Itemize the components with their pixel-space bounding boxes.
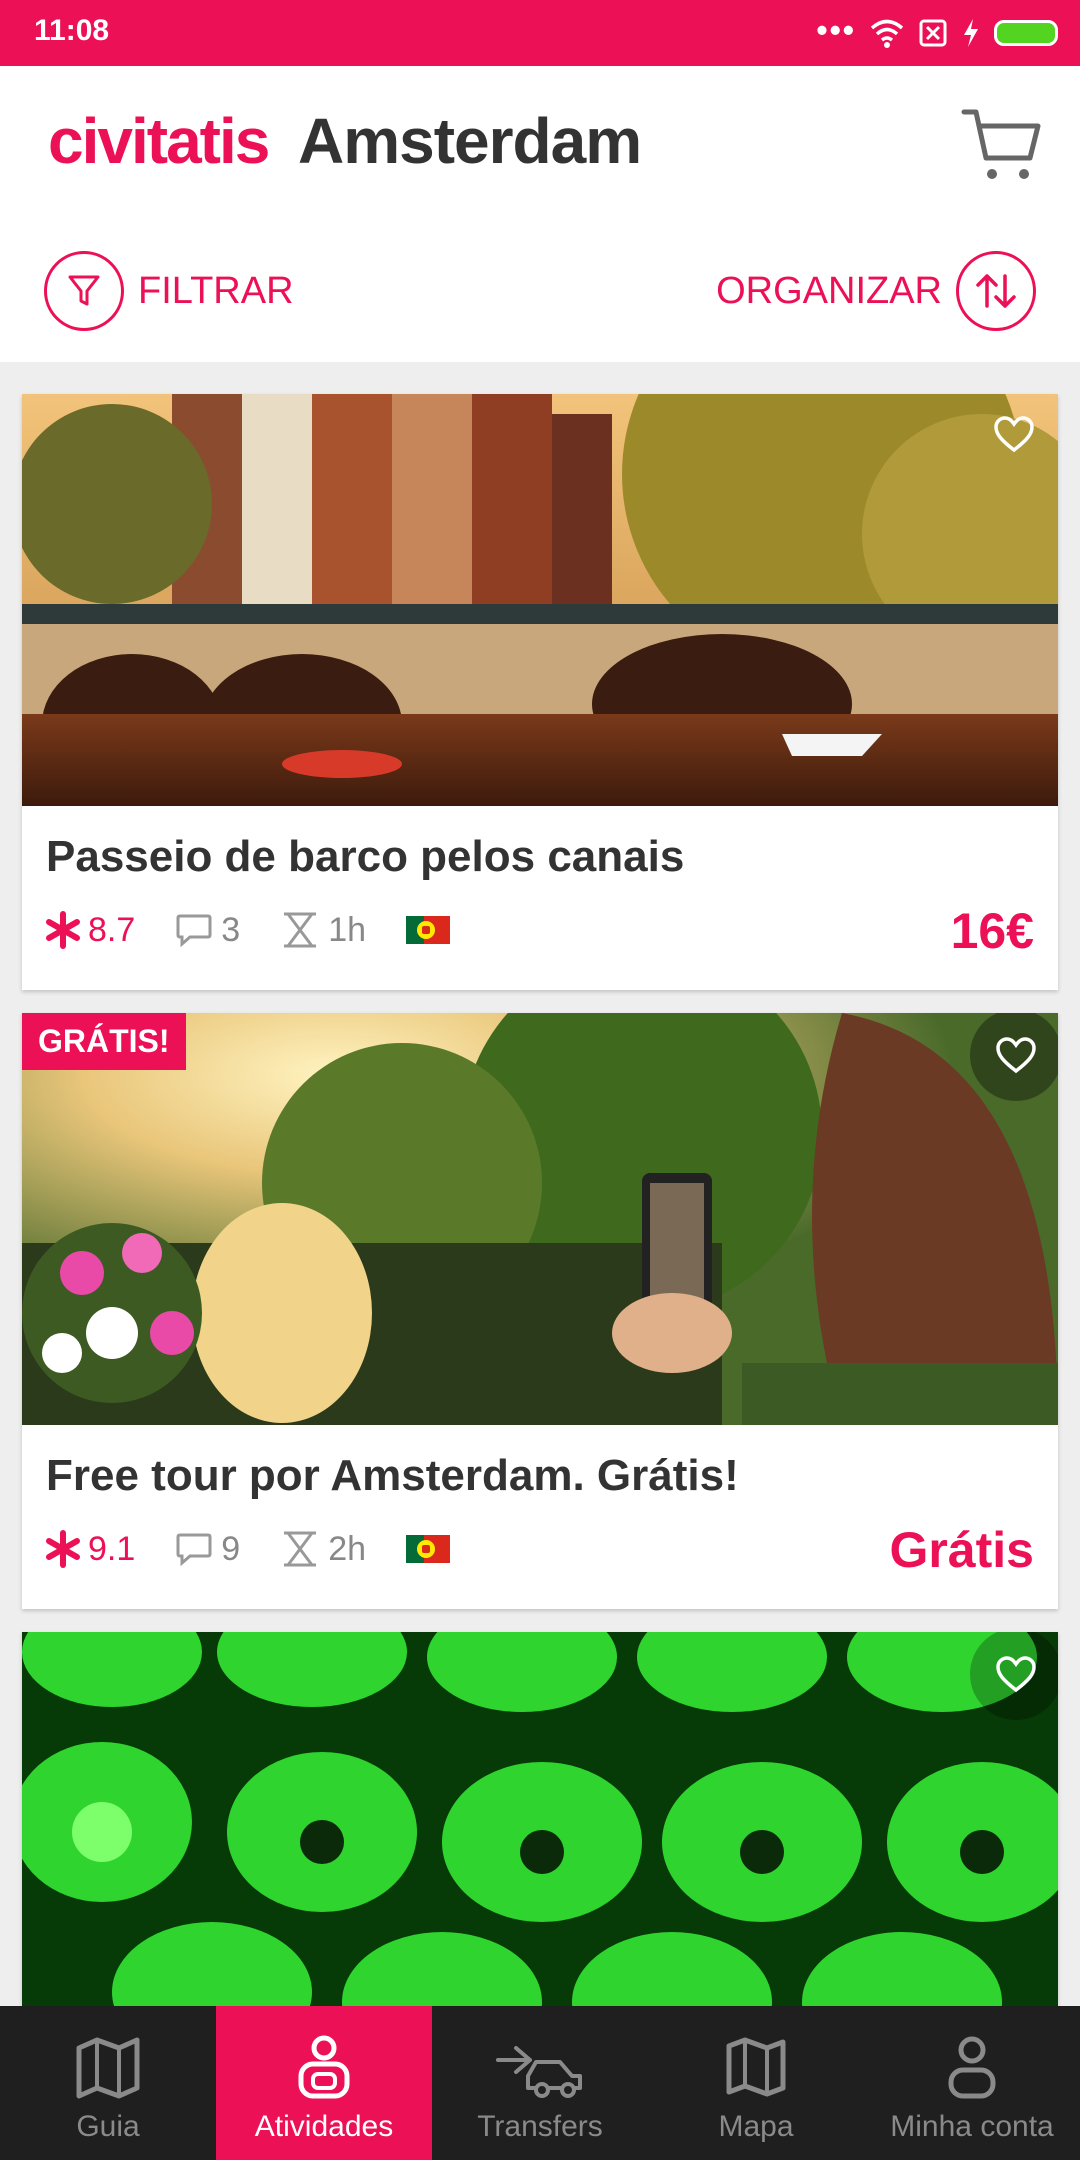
nav-label: Mapa [718,2110,794,2143]
heart-icon [996,1037,1036,1074]
nav-label: Guia [76,2110,140,2143]
nav-label: Atividades [254,2110,394,2143]
filter-icon [44,251,124,331]
activity-meta: 9.1 9 2h [44,1529,450,1569]
favorite-button[interactable] [986,406,1042,462]
comments: 9 [175,1530,240,1569]
brand-logo[interactable]: civitatis [48,104,270,178]
free-badge: GRÁTIS! [22,1013,186,1070]
portugal-flag-icon [406,916,450,944]
comments: 3 [175,911,240,950]
nav-item-minha-conta[interactable]: Minha conta [864,2006,1080,2160]
filter-label: FILTRAR [138,269,294,312]
activity-image [22,1632,1058,2006]
cart-icon[interactable] [960,102,1044,186]
heart-icon [996,1656,1036,1693]
sort-label: ORGANIZAR [716,269,942,312]
sort-arrows-icon [956,251,1036,331]
activity-image: GRÁTIS! [22,1013,1058,1425]
hourglass-icon [284,1531,317,1567]
status-bar: 11:08 ••• [0,0,1080,66]
filter-button[interactable]: FILTRAR [44,248,294,334]
battery-icon [994,20,1058,46]
user-icon [948,2036,996,2099]
activity-image [22,394,1058,806]
hourglass-icon [284,912,317,948]
activity-title: Free tour por Amsterdam. Grátis! [46,1451,739,1500]
duration-value: 2h [328,1529,367,1568]
charging-icon [964,19,978,47]
page-title: Amsterdam [298,105,642,177]
status-icons: ••• [816,10,1058,56]
activities-icon [298,2035,350,2099]
nav-item-transfers[interactable]: Transfers [432,2006,648,2160]
wifi-icon [870,19,904,48]
comment-icon [176,1533,212,1567]
sim-off-icon [919,19,947,47]
map-book-icon [76,2037,140,2099]
rating-value: 8.7 [88,910,136,949]
heart-icon [994,416,1034,453]
favorite-button[interactable] [970,1632,1058,1720]
rating: 8.7 [44,911,135,950]
activity-price: Grátis [889,1522,1034,1578]
rating-value: 9.1 [88,1529,136,1568]
nav-item-mapa[interactable]: Mapa [648,2006,864,2160]
activity-card[interactable]: Passeio de barco pelos canais 8.7 3 1h 1… [22,394,1058,990]
activity-card[interactable] [22,1632,1058,2006]
nav-label: Minha conta [890,2110,1054,2143]
bottom-nav: Guia Atividades Transfers Mapa Minha con… [0,2006,1080,2160]
duration-value: 1h [328,910,367,949]
duration: 2h [280,1529,366,1569]
activity-price: 16€ [950,903,1034,959]
app-header: civitatis Amsterdam FILTRAR ORGANIZAR [0,66,1080,362]
nav-item-atividades[interactable]: Atividades [216,2006,432,2160]
activity-title: Passeio de barco pelos canais [46,832,685,881]
activity-meta: 8.7 3 1h [44,910,450,950]
nav-item-guia[interactable]: Guia [0,2006,216,2160]
nav-label: Transfers [477,2110,603,2143]
rating: 9.1 [44,1530,135,1569]
rating-star-icon [46,911,80,949]
activity-body: Free tour por Amsterdam. Grátis! 9.1 9 2… [22,1425,1058,1609]
duration: 1h [280,910,366,950]
activity-card[interactable]: GRÁTIS! Free tour por Amsterdam. Grátis!… [22,1013,1058,1609]
favorite-button[interactable] [970,1013,1058,1101]
activity-body: Passeio de barco pelos canais 8.7 3 1h 1… [22,806,1058,990]
comment-icon [176,914,212,948]
sort-button[interactable]: ORGANIZAR [716,248,1036,334]
status-time: 11:08 [34,14,110,47]
comments-count: 3 [221,910,241,949]
map-icon [726,2037,786,2097]
comments-count: 9 [221,1529,241,1568]
more-dots-icon: ••• [816,12,856,48]
portugal-flag-icon [406,1535,450,1563]
rating-star-icon [46,1530,80,1568]
car-icon [496,2046,582,2098]
